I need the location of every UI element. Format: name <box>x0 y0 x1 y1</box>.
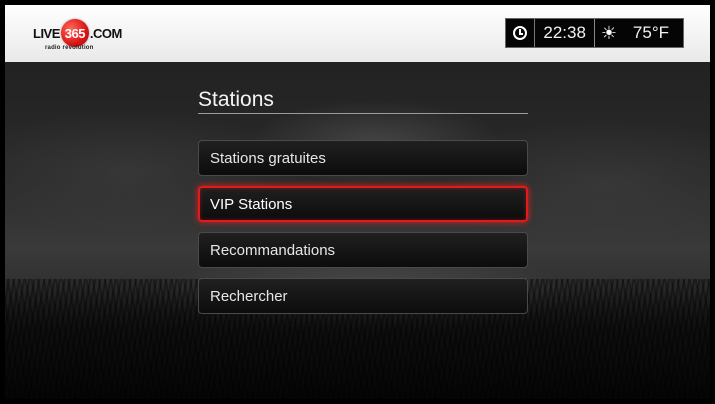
clock-icon-box <box>506 19 536 47</box>
sun-icon: ☀ <box>600 23 617 43</box>
title-divider <box>198 113 528 114</box>
temperature: 75°F <box>632 23 669 42</box>
live365-logo: LIVE 365 .COM radio revolution <box>33 15 143 55</box>
clock-icon <box>513 26 528 40</box>
weather-icon-box: ☀ <box>595 19 623 47</box>
menu-item-recommandations[interactable]: Recommandations <box>198 232 528 268</box>
menu-item-rechercher[interactable]: Rechercher <box>198 278 528 314</box>
logo-prefix: LIVE <box>33 25 60 41</box>
tv-screen: LIVE 365 .COM radio revolution 22:38 ☀ 7… <box>0 0 715 404</box>
logo-ball: 365 <box>60 19 89 47</box>
header-bar: LIVE 365 .COM radio revolution 22:38 ☀ 7… <box>5 5 710 62</box>
menu-item-vip-stations[interactable]: VIP Stations <box>198 186 528 222</box>
logo-wordmark: LIVE 365 .COM <box>33 19 122 47</box>
logo-tagline: radio revolution <box>45 45 94 51</box>
menu-item-stations-gratuites[interactable]: Stations gratuites <box>198 140 528 176</box>
clock-time: 22:38 <box>543 23 586 42</box>
logo-suffix: .COM <box>89 25 122 41</box>
status-panel: 22:38 ☀ 75°F <box>505 18 684 48</box>
page-title: Stations <box>198 88 274 111</box>
